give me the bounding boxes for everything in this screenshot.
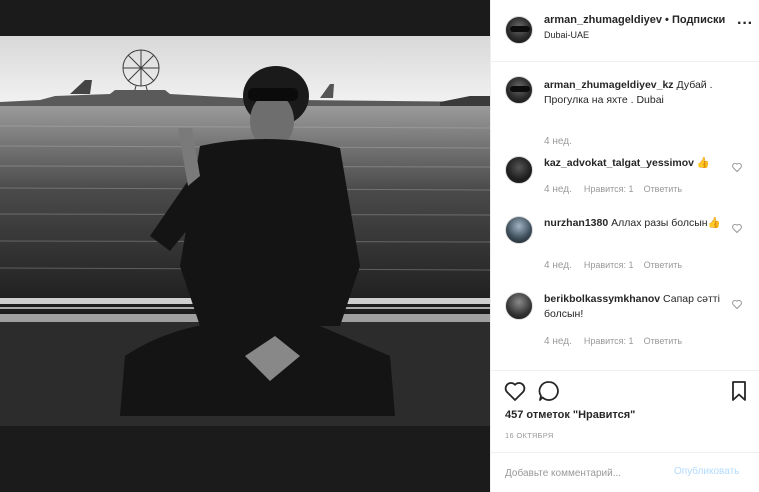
comment-username[interactable]: nurzhan1380 [544, 217, 608, 229]
comment-avatar[interactable] [505, 216, 533, 244]
post-actions: 457 отметок "Нравится" 16 ОКТЯБРЯ [491, 370, 759, 460]
comment-username[interactable]: kaz_advokat_talgat_yessimov [544, 157, 694, 169]
caption-time[interactable]: 4 нед. [544, 136, 572, 147]
comment-text: kaz_advokat_talgat_yessimov 👍 [544, 156, 734, 171]
comment-body: Аллах разы болсын👍 [608, 217, 721, 229]
reply-button[interactable]: Ответить [644, 184, 682, 194]
like-comment-heart-icon[interactable] [731, 222, 743, 234]
author-avatar[interactable] [505, 16, 533, 44]
post-header: arman_zhumageldiyev • Подписки Dubai-UAE… [491, 0, 759, 62]
location-link[interactable]: Dubai-UAE [544, 30, 589, 40]
follow-button[interactable]: Подписки [672, 14, 725, 26]
comment-text: berikbolkassymkhanov Сапар сәтті болсын! [544, 292, 724, 322]
header-username-line: arman_zhumageldiyev • Подписки [544, 14, 725, 26]
comment-time[interactable]: 4 нед. [544, 336, 572, 347]
photo-illustration [0, 36, 490, 426]
reply-button[interactable]: Ответить [644, 336, 682, 346]
comment-time[interactable]: 4 нед. [544, 260, 572, 271]
reply-button[interactable]: Ответить [644, 260, 682, 270]
post-caption: arman_zhumageldiyev_kz Дубай . Прогулка … [544, 78, 749, 108]
like-heart-icon[interactable] [503, 379, 527, 403]
comment-meta: 4 нед. Нравится: 1 Ответить [544, 336, 692, 347]
caption-username[interactable]: arman_zhumageldiyev_kz [544, 79, 674, 91]
comment-likes[interactable]: Нравится: 1 [584, 184, 634, 194]
add-comment-bar: Опубликовать [491, 452, 759, 492]
post-side-panel: arman_zhumageldiyev • Подписки Dubai-UAE… [490, 0, 759, 492]
post-photo[interactable] [0, 36, 490, 426]
like-comment-heart-icon[interactable] [731, 298, 743, 310]
comment-bubble-icon[interactable] [537, 379, 561, 403]
comment-text: nurzhan1380 Аллах разы болсын👍 [544, 216, 724, 231]
likes-count[interactable]: 457 отметок "Нравится" [505, 409, 635, 421]
comment-likes[interactable]: Нравится: 1 [584, 260, 634, 270]
author-username[interactable]: arman_zhumageldiyev [544, 14, 662, 26]
comment-input[interactable] [505, 465, 665, 481]
bookmark-icon[interactable] [727, 379, 751, 403]
comment-likes[interactable]: Нравится: 1 [584, 336, 634, 346]
comment-username[interactable]: berikbolkassymkhanov [544, 293, 660, 305]
comment-body: 👍 [694, 157, 710, 169]
header-separator: • [662, 14, 672, 26]
caption-avatar[interactable] [505, 76, 533, 104]
comment-meta: 4 нед. Нравится: 1 Ответить [544, 184, 692, 195]
comment-meta: 4 нед. Нравится: 1 Ответить [544, 260, 692, 271]
comment-avatar[interactable] [505, 156, 533, 184]
photo-area [0, 0, 490, 492]
publish-button[interactable]: Опубликовать [674, 466, 739, 477]
post-date[interactable]: 16 ОКТЯБРЯ [505, 431, 554, 440]
ellipsis-icon[interactable]: ··· [737, 16, 753, 32]
like-comment-heart-icon[interactable] [731, 161, 743, 173]
comment-time[interactable]: 4 нед. [544, 184, 572, 195]
comment-avatar[interactable] [505, 292, 533, 320]
